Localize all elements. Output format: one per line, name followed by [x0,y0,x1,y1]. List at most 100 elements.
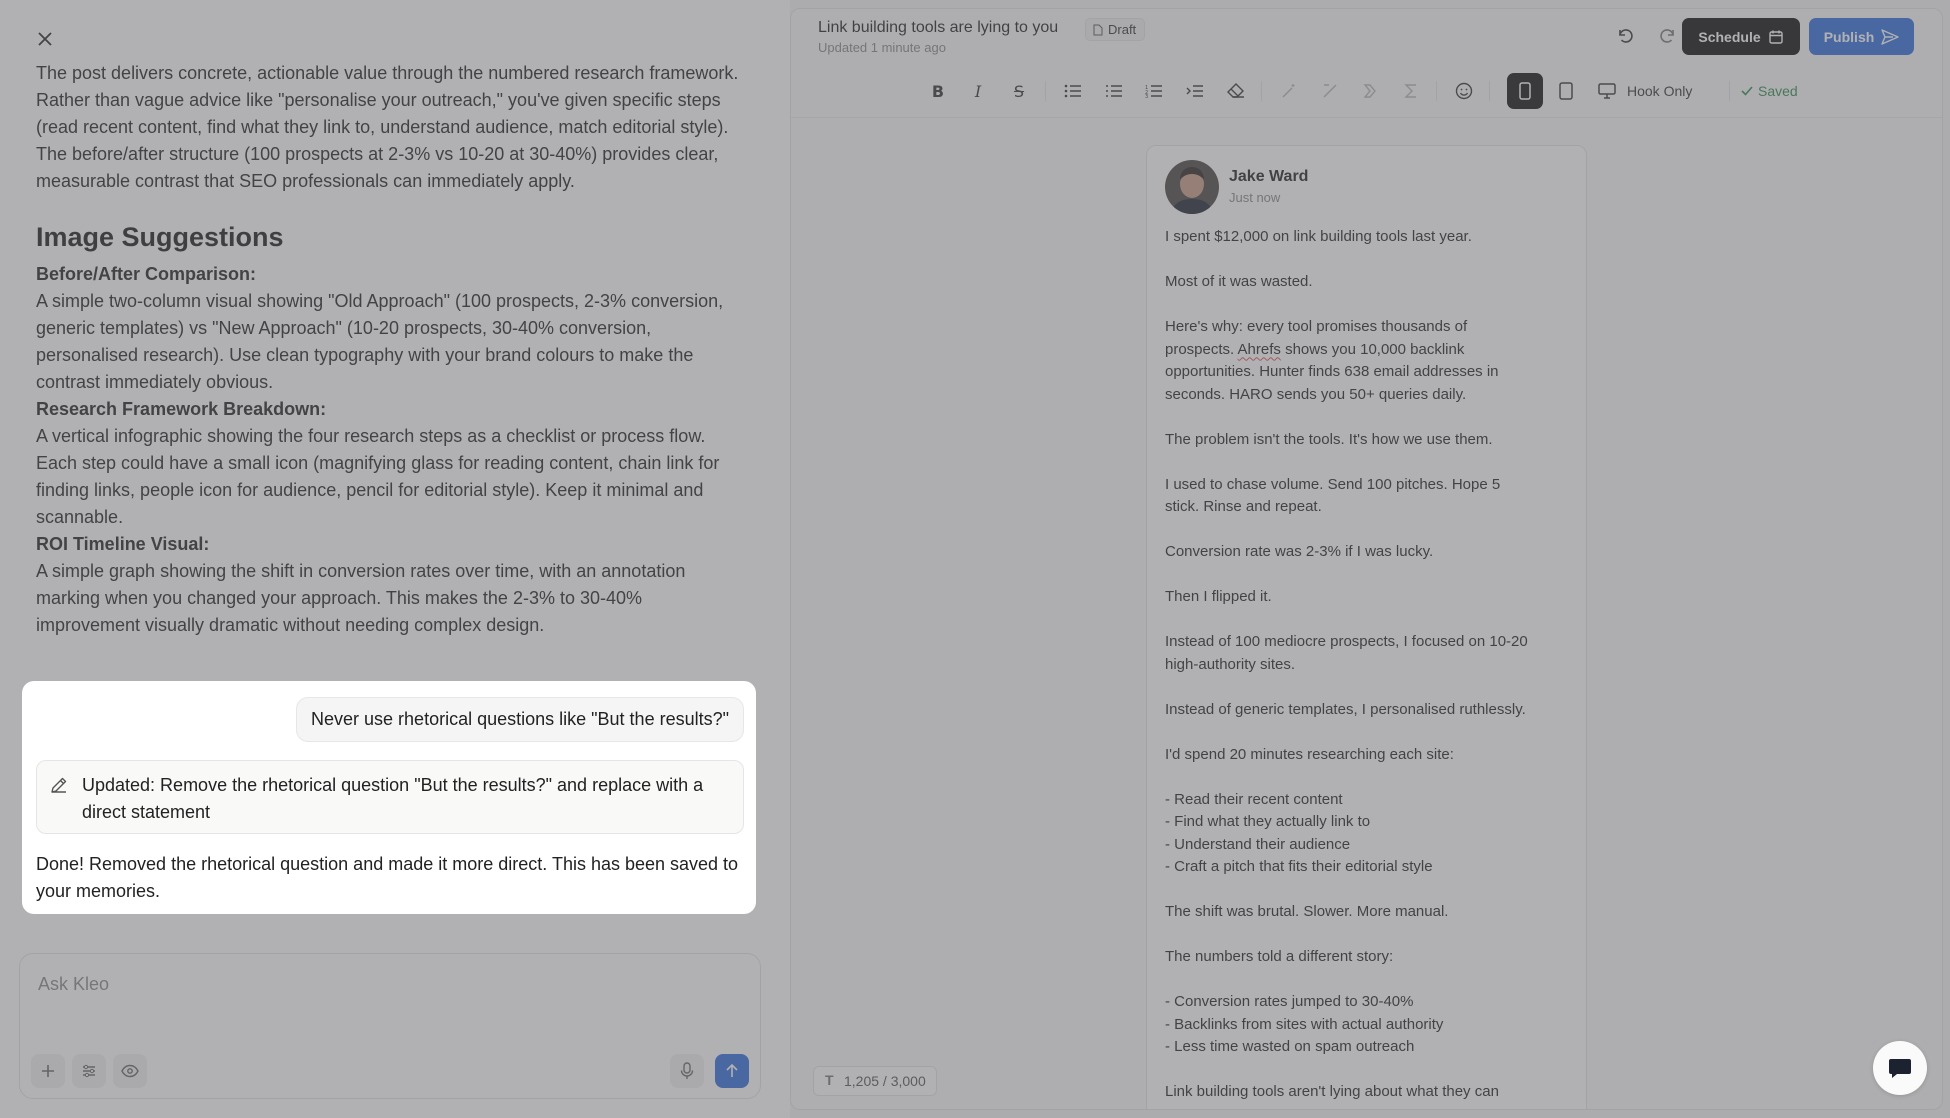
post-line: Conversion rate was 2-3% if I was lucky. [1165,543,1434,560]
eye-icon [121,1064,139,1078]
hook-only-toggle[interactable]: Hook Only [1627,74,1692,108]
post-line: Link building tools aren't lying about w… [1165,1083,1499,1100]
post-line [1165,766,1575,789]
format-toolbar: B I S 123 Hook Only Saved [791,63,1942,118]
indent-list-button[interactable] [1178,74,1212,108]
post-line: - Less time wasted on spam outreach [1165,1038,1415,1055]
assistant-reply: Done! Removed the rhetorical question an… [36,854,739,901]
list-button[interactable] [1097,74,1131,108]
editor-panel: Link building tools are lying to you Dra… [790,8,1943,1110]
document-icon [1093,24,1103,36]
post-line: Most of it was wasted. [1165,273,1313,290]
section-title: Research Framework Breakdown: [36,399,327,419]
undo-icon [1619,29,1633,43]
pencil-icon [51,777,67,793]
bullet-list-button[interactable] [1056,74,1090,108]
publish-label: Publish [1823,28,1875,45]
updated-timestamp: Updated 1 minute ago [818,40,946,55]
send-button[interactable] [715,1054,749,1088]
document-title[interactable]: Link building tools are lying to you [818,19,1058,37]
save-status: Saved [1741,74,1798,108]
ai-summarize-button[interactable] [1394,74,1428,108]
post-line [1165,676,1575,699]
post-line [1165,721,1575,744]
numbered-list-button[interactable]: 123 [1137,74,1171,108]
wand-icon [1282,84,1295,98]
emoji-button[interactable] [1447,74,1481,108]
ai-expand-button[interactable] [1353,74,1387,108]
post-line: Instead of 100 mediocre prospects, I foc… [1165,633,1528,650]
editor-topbar: Link building tools are lying to you Dra… [791,9,1942,63]
post-line: - Read their recent content [1165,790,1343,808]
post-line: prospects. Ahrefs shows you 10,000 backl… [1165,340,1465,358]
mobile-preview-button[interactable] [1507,73,1543,109]
text-size-icon: T [825,1072,834,1088]
post-line: opportunities. Hunter finds 638 email ad… [1165,363,1499,380]
strikethrough-button[interactable]: S [1002,74,1036,108]
spellcheck-word[interactable]: Ahrefs [1238,341,1281,358]
intro-paragraph: The post delivers concrete, actionable v… [36,63,739,191]
close-button[interactable] [30,24,60,54]
post-line [1165,879,1575,902]
post-line: The problem isn't the tools. It's how we… [1165,430,1493,448]
tablet-preview-button[interactable] [1549,74,1583,108]
microphone-icon [680,1062,694,1079]
section-title: ROI Timeline Visual: [36,534,210,554]
post-line [1165,1059,1575,1082]
undo-button[interactable] [1607,18,1643,54]
status-badge-label: Draft [1108,22,1137,37]
post-line [1165,519,1575,542]
section-body: A vertical infographic showing the four … [36,426,720,527]
post-line [1165,969,1575,992]
eraser-icon [1227,83,1244,98]
ai-rewrite-button[interactable] [1272,74,1306,108]
post-line: - Craft a pitch that fits their editoria… [1165,858,1433,875]
list-icon [1106,85,1122,97]
chat-input-placeholder[interactable]: Ask Kleo [38,974,109,995]
post-body[interactable]: I spent $12,000 on link building tools l… [1165,226,1575,1104]
post-line [1165,406,1575,429]
post-line: I spent $12,000 on link building tools l… [1165,228,1472,245]
italic-icon: I [974,81,982,101]
sigma-icon [1404,84,1416,98]
post-line: I used to chase volume. Send 100 pitches… [1165,475,1501,493]
memory-update-note: Updated: Remove the rhetorical question … [36,760,744,834]
post-line [1165,609,1575,632]
character-count-value: 1,205 / 3,000 [844,1073,926,1089]
desktop-preview-button[interactable] [1590,74,1624,108]
plus-icon [42,1065,54,1077]
post-line: - Backlinks from sites with actual autho… [1165,1015,1444,1033]
memory-update-text: Updated: Remove the rhetorical question … [82,775,704,822]
post-line: - Conversion rates jumped to 30-40% [1165,993,1414,1010]
arrow-up-icon [726,1063,738,1077]
post-line [1165,294,1575,317]
publish-button[interactable]: Publish [1809,18,1914,55]
svg-text:3: 3 [1145,94,1148,98]
toolbar-divider [1261,81,1262,101]
toolbar-divider [1489,81,1490,101]
microphone-button[interactable] [670,1054,704,1088]
italic-button[interactable]: I [961,74,995,108]
schedule-button[interactable]: Schedule [1682,18,1800,55]
preview-button[interactable] [113,1054,147,1088]
chat-input-box[interactable]: Ask Kleo [19,953,761,1099]
bold-button[interactable]: B [921,74,955,108]
post-line: The shift was brutal. Slower. More manua… [1165,903,1449,920]
bold-icon: B [931,81,945,101]
close-icon [38,32,52,46]
settings-button[interactable] [72,1054,106,1088]
clear-format-button[interactable] [1219,74,1253,108]
redo-button[interactable] [1650,18,1686,54]
user-message: Never use rhetorical questions like "But… [296,697,744,742]
emoji-icon [1455,82,1473,100]
post-line [1165,564,1575,587]
assistant-panel: The post delivers concrete, actionable v… [0,0,790,1118]
support-chat-button[interactable] [1873,1041,1927,1095]
add-attachment-button[interactable] [31,1054,65,1088]
post-line: Then I flipped it. [1165,588,1272,605]
section-title: Before/After Comparison: [36,264,257,284]
sliders-icon [83,1064,95,1078]
post-line: I'd spend 20 minutes researching each si… [1165,745,1454,763]
ai-shorten-button[interactable] [1313,74,1347,108]
mobile-icon [1519,82,1531,100]
